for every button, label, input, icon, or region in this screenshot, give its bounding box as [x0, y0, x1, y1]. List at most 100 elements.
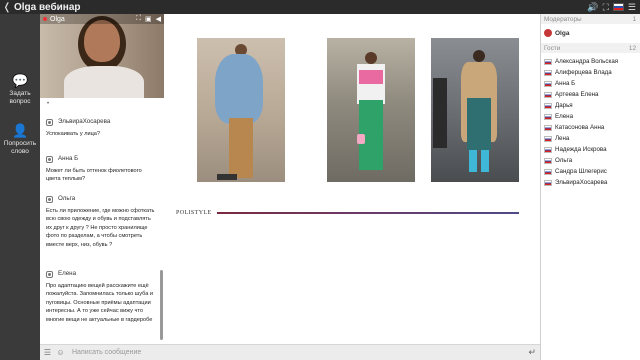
live-dot-icon: [43, 17, 47, 21]
country-flag-icon: [544, 80, 552, 87]
guest-name: Сандра Шлегерис: [555, 168, 607, 175]
slide-photo-1: [197, 38, 285, 182]
guest-name: Дарья: [555, 102, 573, 109]
brand-name: POLISTYLE: [176, 210, 212, 216]
menu-icon[interactable]: ☰: [628, 2, 636, 13]
guest-name: Артеева Елена: [555, 91, 599, 98]
speaker-body: [64, 66, 144, 98]
volume-icon[interactable]: 🔊: [587, 2, 598, 13]
country-flag-icon: [544, 157, 552, 164]
top-bar: ❬ Olga вебинар 🔊 ⛶ ☰: [0, 0, 640, 14]
moderator-avatar: [544, 29, 552, 37]
country-flag-icon: [544, 91, 552, 98]
video-toolbar: Olga ⛶ ▣ ◀: [40, 14, 164, 24]
speaker-person-icon: 👤: [12, 123, 29, 138]
ask-question-label: Задать вопрос: [9, 90, 31, 105]
moderator-row[interactable]: Olga: [541, 26, 640, 40]
ask-to-speak-label: Попросить слово: [3, 140, 37, 155]
chat-scrollbar[interactable]: [160, 270, 163, 340]
question-bubble-icon: 💬: [12, 73, 29, 88]
country-flag-icon: [544, 102, 552, 109]
camera-icon[interactable]: ▣: [145, 15, 152, 23]
guest-row[interactable]: Надежда Искрова: [544, 144, 640, 155]
user-icon: [46, 118, 53, 126]
user-icon: [46, 270, 53, 278]
audio-icon[interactable]: ◀: [156, 15, 161, 23]
guest-name: Анна Б: [555, 80, 576, 87]
speaker-name: Olga: [50, 15, 65, 23]
expand-icon[interactable]: ⛶: [136, 15, 141, 23]
user-icon: [46, 155, 53, 163]
country-flag-icon: [544, 69, 552, 76]
guest-row[interactable]: Катасонова Анна: [544, 122, 640, 133]
guest-row[interactable]: Алиферцева Влада: [544, 67, 640, 78]
guest-row[interactable]: Дарья: [544, 100, 640, 111]
presentation-slide: POLISTYLE: [164, 14, 540, 344]
guest-row[interactable]: Артеева Елена: [544, 89, 640, 100]
guest-row[interactable]: ЭльвираХосарева: [544, 177, 640, 188]
menu-lines-icon[interactable]: ☰: [42, 348, 53, 357]
guest-row[interactable]: Сандра Шлегерис: [544, 166, 640, 177]
guest-name: Катасонова Анна: [555, 124, 605, 131]
chat-input-bar[interactable]: ☰ ☺ Написать сообщение ↵: [40, 344, 540, 360]
country-flag-icon: [544, 124, 552, 131]
guest-name: ЭльвираХосарева: [555, 179, 608, 186]
chat-message: Ольга Есть ли приложение, где можно сфот…: [46, 195, 156, 250]
fullscreen-icon[interactable]: ⛶: [603, 2, 609, 13]
chat-message: Елена Про адаптацию вещей расскажите ещё…: [46, 270, 156, 325]
speaker-face: [84, 20, 120, 62]
guest-row[interactable]: Анна Б: [544, 78, 640, 89]
guest-row[interactable]: Александра Вольская: [544, 56, 640, 67]
guest-row[interactable]: Ольга: [544, 155, 640, 166]
message-author: Анна Б: [58, 155, 79, 162]
chat-panel[interactable]: • ЭльвираХосарева Успокаивать у лица? Ан…: [40, 98, 164, 344]
brand-divider: [216, 212, 519, 214]
webinar-title: Olga вебинар: [14, 1, 81, 13]
country-flag-icon: [544, 146, 552, 153]
user-icon: [46, 195, 53, 203]
participants-panel: Модераторы 1 Olga Гости 12 Александра Во…: [540, 14, 640, 360]
guests-header[interactable]: Гости 12: [541, 43, 640, 53]
share-icon[interactable]: ❬: [0, 2, 14, 13]
guest-name: Александра Вольская: [555, 58, 619, 65]
message-text: Про адаптацию вещей расскажите ещё пожал…: [46, 282, 154, 323]
message-author: ЭльвираХосарева: [58, 118, 111, 125]
moderators-header[interactable]: Модераторы 1: [541, 14, 640, 24]
moderators-count: 1: [632, 15, 636, 23]
guest-name: Ольга: [555, 157, 573, 164]
guest-name: Алиферцева Влада: [555, 69, 612, 76]
message-author: Ольга: [58, 195, 76, 202]
message-text: Успокаивать у лица?: [46, 130, 101, 137]
left-rail: 💬 Задать вопрос 👤 Попросить слово: [0, 14, 40, 360]
ask-question-button[interactable]: 💬 Задать вопрос: [0, 74, 40, 106]
moderators-label: Модераторы: [544, 15, 582, 23]
message-text: Может ли быть оттенок фиолетового цвета …: [46, 167, 142, 183]
message-input[interactable]: Написать сообщение: [72, 349, 141, 356]
webinar-app: ❬ Olga вебинар 🔊 ⛶ ☰ 💬 Задать вопрос 👤 П…: [0, 0, 640, 360]
guest-row[interactable]: Лена: [544, 133, 640, 144]
guest-name: Елена: [555, 113, 574, 120]
guest-name: Надежда Искрова: [555, 146, 607, 153]
brand-footer: POLISTYLE: [176, 208, 519, 218]
country-flag-icon: [544, 135, 552, 142]
send-icon[interactable]: ↵: [528, 347, 536, 358]
guests-label: Гости: [544, 44, 561, 52]
message-author: Елена: [58, 270, 77, 277]
country-flag-icon: [544, 58, 552, 65]
guest-row[interactable]: Елена: [544, 111, 640, 122]
chat-top-marker: •: [47, 101, 50, 107]
country-flag-icon: [544, 179, 552, 186]
emoji-icon[interactable]: ☺: [55, 348, 66, 357]
guest-name: Лена: [555, 135, 570, 142]
speaker-video[interactable]: Olga ⛶ ▣ ◀: [40, 14, 164, 98]
slide-photo-2: [327, 38, 415, 182]
slide-photo-3: [431, 38, 519, 182]
message-text: Есть ли приложение, где можно сфоткать в…: [46, 207, 155, 248]
chat-message: Анна Б Может ли быть оттенок фиолетового…: [46, 155, 156, 184]
chat-message: ЭльвираХосарева Успокаивать у лица?: [46, 118, 156, 138]
guests-count: 12: [628, 44, 636, 52]
ask-to-speak-button[interactable]: 👤 Попросить слово: [0, 124, 40, 156]
country-flag-icon: [544, 168, 552, 175]
moderator-name: Olga: [555, 29, 570, 37]
language-flag-icon[interactable]: [612, 3, 624, 11]
